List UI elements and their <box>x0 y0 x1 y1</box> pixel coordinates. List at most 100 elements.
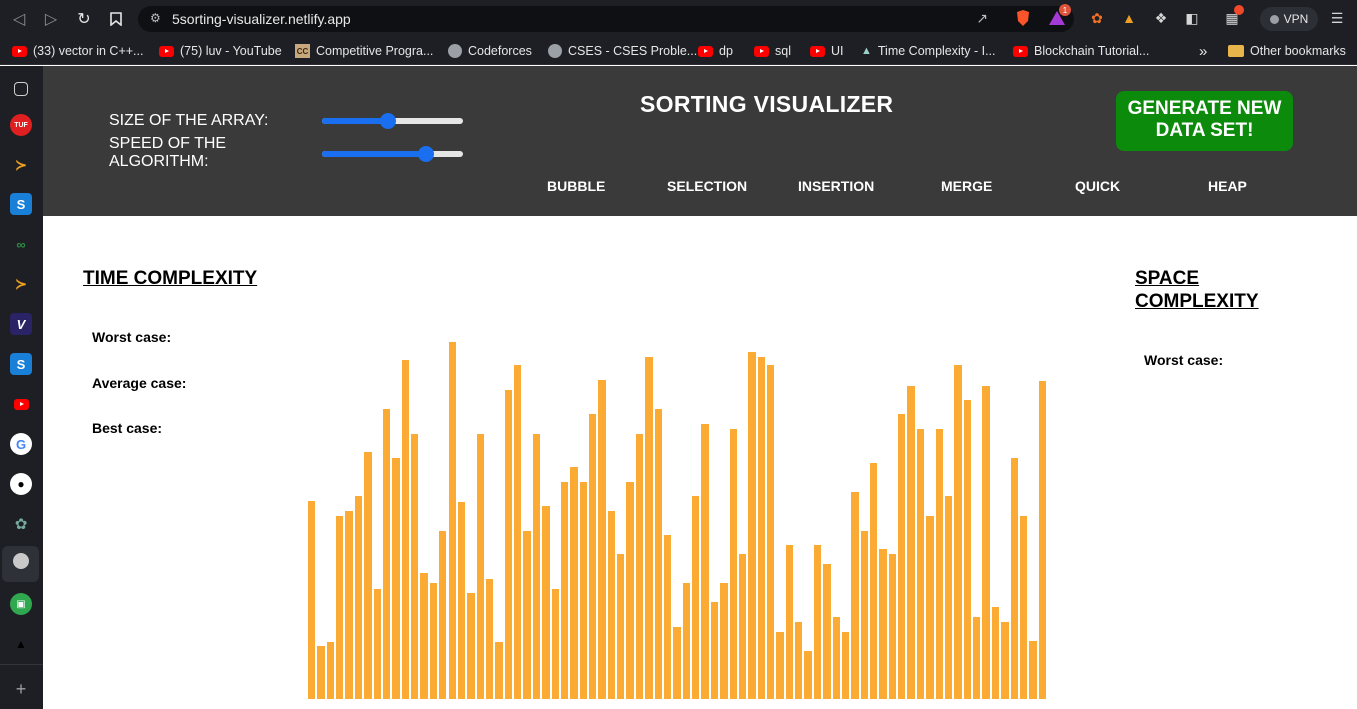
bookmark-item[interactable]: Codeforces <box>448 42 532 60</box>
array-bar <box>439 531 447 699</box>
extension-icon[interactable]: ✿ <box>1086 7 1108 29</box>
array-bar <box>748 352 756 699</box>
youtube-icon <box>698 45 713 57</box>
other-bookmarks-folder[interactable]: Other bookmarks <box>1228 42 1346 60</box>
notification-badge: 1 <box>1059 4 1071 16</box>
extension-shoe-icon[interactable]: ▲ <box>1118 7 1140 29</box>
gfg-icon[interactable]: ∞ <box>10 233 32 255</box>
time-average-case-label: Average case: <box>92 375 187 391</box>
bookmark-label: CSES - CSES Proble... <box>568 44 698 58</box>
chatgpt-icon[interactable]: ✿ <box>10 513 32 535</box>
bookmark-item[interactable]: (75) luv - YouTube <box>159 42 282 60</box>
leetcode-icon[interactable]: ≻ <box>10 154 32 176</box>
vpn-button[interactable]: VPN <box>1260 7 1318 31</box>
generate-data-button[interactable]: GENERATE NEW DATA SET! <box>1116 91 1293 151</box>
array-bar <box>785 545 794 699</box>
array-bar <box>542 506 550 699</box>
bookmark-label: sql <box>775 44 791 58</box>
youtube-icon[interactable] <box>10 393 32 415</box>
array-bar <box>523 531 531 699</box>
array-bar <box>973 617 981 699</box>
bookmark-item[interactable]: sql <box>754 42 791 60</box>
quick-sort-button[interactable]: QUICK <box>1075 178 1120 194</box>
brave-rewards-icon[interactable]: 1 <box>1046 4 1071 29</box>
array-bar <box>476 434 484 699</box>
brave-shield-icon[interactable] <box>1012 7 1034 29</box>
array-bar <box>392 458 400 699</box>
back-icon[interactable]: ◁ <box>5 5 33 33</box>
array-bar <box>420 573 428 699</box>
array-bar <box>598 380 606 699</box>
merge-sort-button[interactable]: MERGE <box>941 178 992 194</box>
bookmark-item[interactable]: dp <box>698 42 733 60</box>
array-bar <box>589 414 597 699</box>
array-bar <box>832 617 840 699</box>
address-bar[interactable]: ⚙ 5sorting-visualizer.netlify.app ↗ <box>138 6 1074 32</box>
youtube-icon <box>1013 45 1028 57</box>
google-icon[interactable]: G <box>10 433 32 455</box>
sidebar-toggle-icon[interactable]: ◧ <box>1181 7 1203 29</box>
array-bar <box>645 357 653 699</box>
add-icon[interactable]: + <box>10 678 32 700</box>
array-bar <box>654 409 662 699</box>
codechef-icon: CC <box>295 44 310 58</box>
bookmark-item[interactable]: UI <box>810 42 844 60</box>
menu-icon[interactable]: ☰ <box>1326 7 1348 29</box>
array-bar <box>673 627 681 699</box>
speed-slider-thumb[interactable] <box>418 146 435 162</box>
bookmark-icon[interactable] <box>102 5 130 33</box>
array-bar <box>944 496 953 699</box>
array-bar <box>532 434 541 699</box>
bookmarks-overflow-button[interactable]: » <box>1199 42 1207 60</box>
speed-label: SPEED OF THE ALGORITHM: <box>109 135 227 170</box>
array-bar <box>514 365 522 699</box>
array-bar <box>364 452 372 699</box>
bubble-sort-button[interactable]: BUBBLE <box>547 178 605 194</box>
array-bar <box>991 607 1000 699</box>
array-bar <box>710 602 719 699</box>
s-app-icon[interactable]: S <box>10 193 32 215</box>
bookmark-item[interactable]: ▲ Time Complexity - I... <box>861 42 996 60</box>
bookmark-item[interactable]: CC Competitive Progra... <box>295 42 433 60</box>
array-bar <box>504 390 513 699</box>
github-icon[interactable]: ● <box>10 473 32 495</box>
array-bar <box>326 642 335 699</box>
globe-icon <box>448 44 462 58</box>
leetcode-alt-icon[interactable]: ≻ <box>10 273 32 295</box>
array-bar <box>813 545 822 699</box>
s-app-icon-2[interactable]: S <box>10 353 32 375</box>
reload-icon[interactable]: ↻ <box>70 5 98 33</box>
bookmarks-bar: (33) vector in C++... (75) luv - YouTube… <box>0 37 1357 65</box>
array-size-slider[interactable] <box>322 113 463 129</box>
triangle-app-icon[interactable]: ▲ <box>10 633 32 655</box>
selection-sort-button[interactable]: SELECTION <box>667 178 747 194</box>
site-info-icon[interactable]: ⚙ <box>150 11 161 25</box>
insertion-sort-button[interactable]: INSERTION <box>798 178 874 194</box>
array-bar <box>963 400 972 699</box>
sidebar-panel-icon[interactable] <box>14 82 28 96</box>
array-size-slider-fill <box>322 118 389 124</box>
mountain-icon: ▲ <box>861 45 872 57</box>
array-bar <box>692 496 700 699</box>
array-bar <box>467 593 475 699</box>
wallet-icon[interactable]: ▦ <box>1221 5 1244 29</box>
bookmark-label: Competitive Progra... <box>316 44 434 58</box>
array-bar <box>860 531 869 699</box>
globe-icon[interactable] <box>13 553 29 569</box>
speed-slider[interactable] <box>322 146 463 162</box>
bookmark-item[interactable]: CSES - CSES Proble... <box>548 42 697 60</box>
array-bar <box>757 357 765 699</box>
bookmark-item[interactable]: (33) vector in C++... <box>12 42 143 60</box>
array-bar <box>401 360 410 699</box>
array-bar <box>841 632 850 699</box>
share-icon[interactable]: ↗ <box>976 10 988 27</box>
robot-icon[interactable]: ▣ <box>10 593 32 615</box>
bookmark-item[interactable]: Blockchain Tutorial... <box>1013 42 1149 60</box>
array-bar <box>870 463 878 699</box>
heap-sort-button[interactable]: HEAP <box>1208 178 1247 194</box>
forward-icon[interactable]: ▷ <box>37 5 65 33</box>
extensions-puzzle-icon[interactable]: ❖ <box>1150 7 1172 29</box>
v-app-icon[interactable]: V <box>10 313 32 335</box>
tuf-icon[interactable]: TUF <box>10 114 32 136</box>
array-size-slider-thumb[interactable] <box>380 113 397 129</box>
